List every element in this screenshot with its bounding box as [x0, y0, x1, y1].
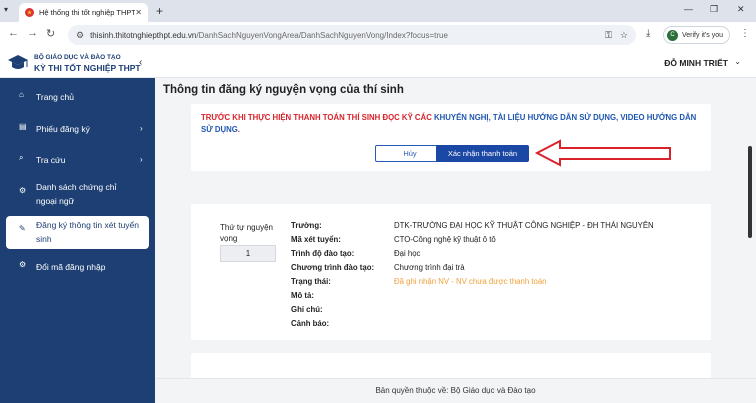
home-icon: ⌂: [19, 90, 24, 99]
footer: Bản quyền thuộc về: Bộ Giáo dục và Đào t…: [155, 378, 756, 403]
search-icon: ⌕: [19, 153, 24, 162]
sidebar-item-label: Phiếu đăng ký: [36, 124, 90, 134]
avatar: C: [667, 29, 678, 41]
chevron-right-icon: ›: [140, 155, 143, 164]
wish-card: Thứ tự nguyện vọng 1 Trường: DTK-TRƯỜNG …: [191, 204, 711, 340]
gear-icon: ⚙: [19, 260, 27, 269]
brand-line1: BỘ GIÁO DỤC VÀ ĐÀO TẠO: [34, 54, 121, 61]
gear-icon: ⚙: [19, 186, 27, 195]
field-value: Đại học: [394, 249, 421, 258]
profile-label: Verify it's you: [682, 31, 724, 39]
form-icon: ▤: [19, 122, 27, 131]
password-key-icon[interactable]: ⚿: [605, 30, 612, 41]
sidebar-item-label: Trang chủ: [36, 92, 74, 102]
sidebar-item-home[interactable]: ⌂ Trang chủ: [0, 90, 155, 104]
field-value: CTO-Công nghệ kỹ thuật ô tô: [394, 235, 496, 244]
sidebar-item-lookup[interactable]: ⌕ Tra cứu ›: [0, 153, 155, 167]
back-icon[interactable]: ←: [8, 27, 19, 39]
field-label: Chương trình đào tạo:: [291, 263, 375, 272]
chevron-down-icon[interactable]: ⌄: [734, 57, 741, 66]
url-text: thisinh.thitotnghiepthpt.edu.vn/DanhSach…: [90, 30, 448, 40]
scrollbar[interactable]: [748, 146, 752, 238]
order-label: Thứ tự nguyện vọng: [220, 223, 273, 243]
sidebar: BỘ GIÁO DỤC VÀ ĐÀO TẠO KỲ THI TỐT NGHIỆP…: [0, 48, 155, 403]
bookmark-star-icon[interactable]: ☆: [620, 30, 628, 41]
tab-search-icon[interactable]: ▾: [4, 5, 16, 17]
field-value: DTK-TRƯỜNG ĐẠI HỌC KỸ THUẬT CÔNG NGHIỆP …: [394, 221, 654, 230]
ministry-logo-icon: [8, 55, 28, 69]
sidebar-item-label: Đăng ký thông tin xét tuyển sinh: [36, 220, 140, 244]
field-label: Cảnh báo:: [291, 319, 330, 328]
download-icon[interactable]: ⤓: [646, 28, 650, 39]
status-badge: Đã ghi nhận NV - NV chưa được thanh toán: [394, 277, 547, 286]
new-tab-button[interactable]: +: [156, 4, 163, 18]
cancel-button[interactable]: Hủy: [375, 145, 445, 162]
confirm-payment-button[interactable]: Xác nhận thanh toán: [436, 145, 529, 162]
field-label: Trạng thái:: [291, 277, 331, 286]
brand-header: BỘ GIÁO DỤC VÀ ĐÀO TẠO KỲ THI TỐT NGHIỆP…: [0, 48, 155, 78]
forward-icon[interactable]: →: [27, 27, 38, 39]
site-favicon-icon: [25, 8, 34, 17]
field-label: Ghi chú:: [291, 305, 323, 314]
sidebar-item-registration[interactable]: ▤ Phiếu đăng ký ›: [0, 122, 155, 136]
sidebar-item-change-login[interactable]: ⚙ Đổi mã đăng nhập: [0, 260, 155, 274]
close-window-icon[interactable]: ✕: [737, 4, 745, 15]
field-value: Chương trình đại trà: [394, 263, 465, 272]
site-info-icon[interactable]: ⚙: [76, 30, 84, 41]
order-value: 1: [220, 245, 276, 262]
close-tab-icon[interactable]: ✕: [135, 8, 142, 17]
address-bar[interactable]: ⚙ thisinh.thitotnghiepthpt.edu.vn/DanhSa…: [68, 25, 636, 45]
collapse-sidebar-icon[interactable]: ‹: [139, 57, 142, 68]
more-menu-icon[interactable]: ⋮: [740, 28, 750, 39]
payment-warning: TRƯỚC KHI THỰC HIỆN THANH TOÁN THÍ SINH …: [201, 113, 697, 134]
top-bar: ĐỖ MINH TRIẾT ⌄: [155, 48, 756, 78]
field-label: Mã xét tuyển:: [291, 235, 341, 244]
maximize-icon[interactable]: ❐: [710, 4, 718, 15]
profile-button[interactable]: C Verify it's you: [663, 26, 731, 44]
browser-toolbar: ← → ↻ ⚙ thisinh.thitotnghiepthpt.edu.vn/…: [0, 22, 756, 48]
reload-icon[interactable]: ↻: [46, 27, 55, 40]
tab-title: Hệ thống thi tốt nghiệp THPT: [39, 8, 136, 17]
sidebar-item-admission-registration[interactable]: ✎ Đăng ký thông tin xét tuyển sinh: [6, 216, 149, 249]
user-name[interactable]: ĐỖ MINH TRIẾT: [664, 58, 728, 68]
sidebar-item-label: Tra cứu: [36, 155, 66, 165]
payment-confirm-card: TRƯỚC KHI THỰC HIỆN THANH TOÁN THÍ SINH …: [191, 104, 711, 171]
annotation-arrow-icon: [534, 139, 671, 167]
edit-icon: ✎: [19, 224, 26, 233]
sidebar-item-label: Đổi mã đăng nhập: [36, 262, 106, 272]
field-label: Mô tả:: [291, 291, 314, 300]
browser-tab[interactable]: Hệ thống thi tốt nghiệp THPT ✕: [19, 3, 148, 22]
field-label: Trường:: [291, 221, 322, 230]
field-label: Trình độ đào tạo:: [291, 249, 355, 258]
chevron-right-icon: ›: [140, 124, 143, 133]
sidebar-item-label: Danh sách chứng chỉ ngoại ngữ: [36, 182, 117, 206]
browser-tab-strip: ▾ Hệ thống thi tốt nghiệp THPT ✕ + — ❐ ✕: [0, 0, 756, 22]
minimize-icon[interactable]: —: [684, 4, 693, 14]
main-content: ĐỖ MINH TRIẾT ⌄ Thông tin đăng ký nguyện…: [155, 48, 756, 403]
page-title: Thông tin đăng ký nguyện vọng của thí si…: [163, 84, 404, 96]
brand-line2: KỲ THI TỐT NGHIỆP THPT: [34, 63, 141, 73]
sidebar-item-certificates[interactable]: ⚙ Danh sách chứng chỉ ngoại ngữ: [0, 180, 155, 208]
